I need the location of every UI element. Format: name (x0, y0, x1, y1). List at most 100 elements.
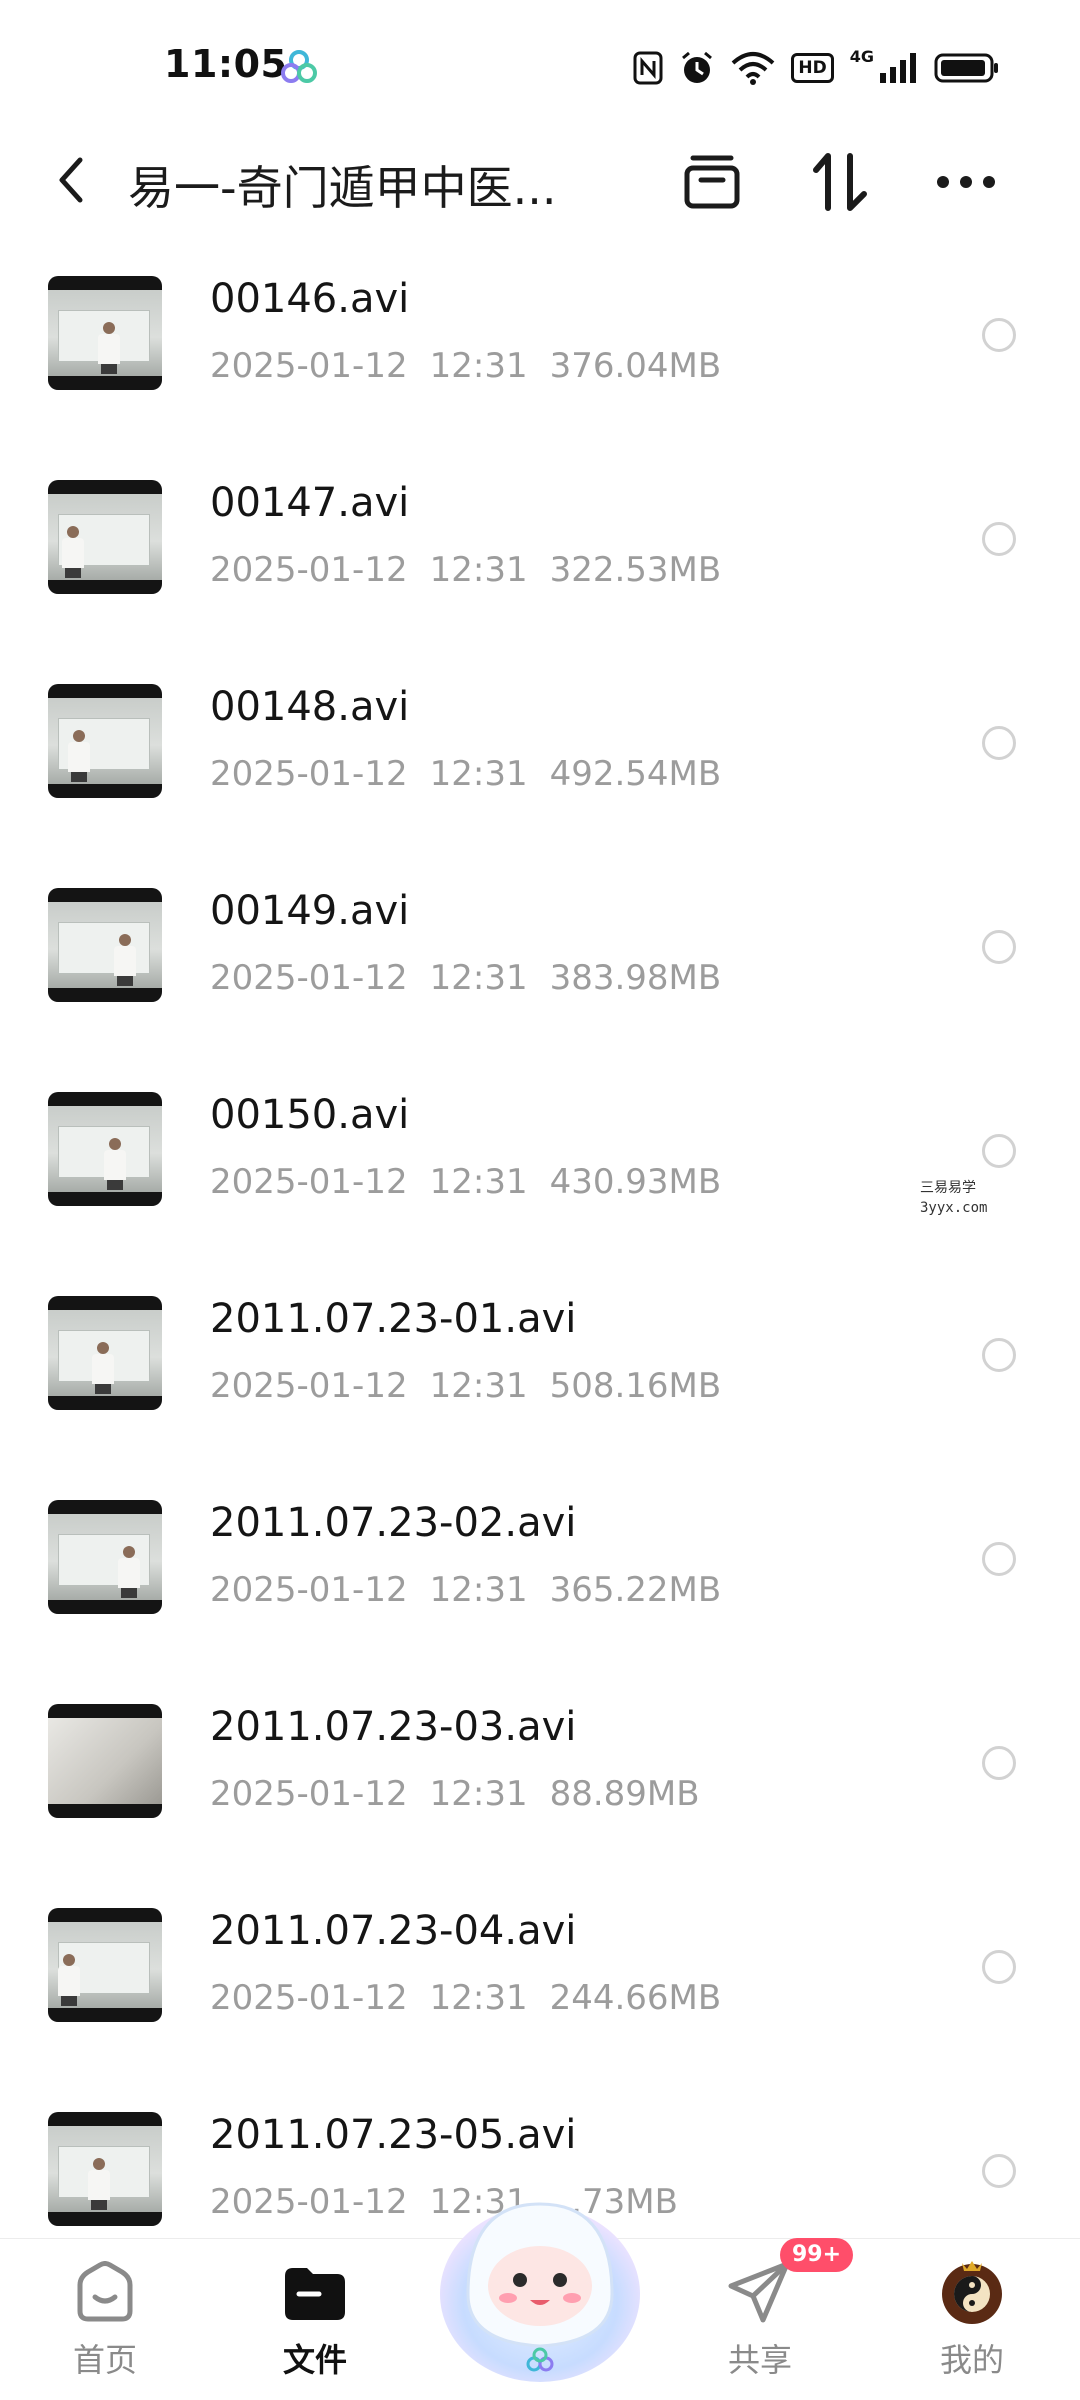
file-name: 00150.avi (210, 1092, 410, 1138)
file-size: 508.16MB (549, 1366, 722, 1406)
file-size: 322.53MB (549, 550, 722, 590)
select-radio[interactable] (982, 1338, 1016, 1372)
file-row[interactable]: 2011.07.23-01.avi 2025-01-12 12:31 508.16M… (0, 1272, 1080, 1476)
video-thumbnail (48, 1704, 162, 1818)
sort-icon (813, 153, 867, 211)
file-size: 376.04MB (549, 346, 722, 386)
file-name: 00148.avi (210, 684, 410, 730)
file-time: 12:31 (429, 958, 528, 998)
nav-home[interactable]: 首页 (45, 2257, 165, 2387)
status-time: 11:05 (164, 42, 288, 86)
select-radio[interactable] (982, 1950, 1016, 1984)
more-button[interactable] (930, 146, 1002, 218)
file-time: 12:31 (429, 1978, 528, 2018)
watermark: 三易易学 3yyx.com (920, 1178, 987, 1218)
file-list: 00146.avi 2025-01-12 12:31 376.04MB 00147.… (0, 252, 1080, 2292)
nav-home-label: 首页 (72, 2341, 137, 2379)
nav-share[interactable]: 共享 (700, 2257, 820, 2387)
app-logo-icon (281, 50, 317, 83)
file-meta: 2025-01-12 12:31 508.16MB (210, 1366, 743, 1406)
file-row[interactable]: 00148.avi 2025-01-12 12:31 492.54MB (0, 660, 1080, 864)
file-meta: 2025-01-12 12:31 365.22MB (210, 1570, 743, 1610)
video-thumbnail (48, 888, 162, 1002)
video-thumbnail (48, 480, 162, 594)
back-button[interactable] (46, 152, 96, 208)
select-radio[interactable] (982, 726, 1016, 760)
file-name: 2011.07.23-03.avi (210, 1704, 577, 1750)
archive-icon (684, 155, 740, 209)
nav-files-label: 文件 (282, 2341, 347, 2379)
file-size: 365.22MB (549, 1570, 722, 1610)
file-name: 2011.07.23-01.avi (210, 1296, 577, 1342)
file-date: 2025-01-12 (210, 754, 408, 794)
nav-share-label: 共享 (727, 2341, 792, 2379)
alarm-icon (682, 51, 713, 83)
file-time: 12:31 (429, 550, 528, 590)
video-thumbnail (48, 1500, 162, 1614)
share-badge: 99+ (780, 2238, 854, 2272)
back-arrow-icon (59, 157, 83, 203)
nav-mine[interactable]: 我的 (912, 2257, 1032, 2387)
file-date: 2025-01-12 (210, 346, 408, 386)
network-type-label: 4G (849, 46, 874, 66)
video-thumbnail (48, 276, 162, 390)
file-row[interactable]: 00147.avi 2025-01-12 12:31 322.53MB (0, 456, 1080, 660)
file-size: 383.98MB (549, 958, 722, 998)
watermark-line1: 三易易学 (920, 1180, 976, 1196)
select-radio[interactable] (982, 1746, 1016, 1780)
file-meta: 2025-01-12 12:31 376.04MB (210, 346, 743, 386)
more-icon (937, 176, 995, 188)
file-row[interactable]: 2011.07.23-04.avi 2025-01-12 12:31 244.66M… (0, 1884, 1080, 2088)
file-date: 2025-01-12 (210, 1570, 408, 1610)
home-icon (77, 2261, 133, 2322)
video-thumbnail (48, 1908, 162, 2022)
file-date: 2025-01-12 (210, 1366, 408, 1406)
file-size: 492.54MB (549, 754, 722, 794)
file-row[interactable]: 2011.07.23-03.avi 2025-01-12 12:31 88.89MB (0, 1680, 1080, 1884)
mascot-button[interactable] (430, 2174, 650, 2394)
nav-files[interactable]: 文件 (255, 2257, 375, 2387)
battery-icon (934, 53, 998, 83)
signal-icon (880, 53, 916, 83)
nfc-icon (633, 51, 663, 85)
file-size: 430.93MB (549, 1162, 722, 1202)
nav-mine-label: 我的 (939, 2341, 1004, 2379)
file-time: 12:31 (429, 346, 528, 386)
file-date: 2025-01-12 (210, 1978, 408, 2018)
file-row[interactable]: 2011.07.23-02.avi 2025-01-12 12:31 365.22M… (0, 1476, 1080, 1680)
file-meta: 2025-01-12 12:31 244.66MB (210, 1978, 743, 2018)
file-date: 2025-01-12 (210, 1774, 408, 1814)
status-icons: HD 4G (633, 46, 1000, 90)
file-time: 12:31 (429, 1570, 528, 1610)
file-name: 00146.avi (210, 276, 410, 322)
file-row[interactable]: 00149.avi 2025-01-12 12:31 383.98MB (0, 864, 1080, 1068)
file-row[interactable]: 00150.avi 2025-01-12 12:31 430.93MB (0, 1068, 1080, 1272)
file-size: 244.66MB (549, 1978, 722, 2018)
folder-icon (285, 2268, 345, 2320)
file-time: 12:31 (429, 754, 528, 794)
file-date: 2025-01-12 (210, 550, 408, 590)
select-radio[interactable] (982, 522, 1016, 556)
file-date: 2025-01-12 (210, 1162, 408, 1202)
sort-button[interactable] (804, 146, 876, 218)
select-radio[interactable] (982, 318, 1016, 352)
archive-button[interactable] (676, 146, 748, 218)
select-radio[interactable] (982, 2154, 1016, 2188)
select-radio[interactable] (982, 930, 1016, 964)
file-time: 12:31 (429, 1774, 528, 1814)
select-radio[interactable] (982, 1542, 1016, 1576)
file-name: 2011.07.23-04.avi (210, 1908, 577, 1954)
send-icon (728, 2261, 790, 2323)
video-thumbnail (48, 1296, 162, 1410)
folder-title: 易一-奇门遁甲中医... (128, 161, 557, 215)
file-time: 12:31 (429, 1162, 528, 1202)
file-meta: 2025-01-12 12:31 492.54MB (210, 754, 743, 794)
video-thumbnail (48, 1092, 162, 1206)
file-name: 2011.07.23-02.avi (210, 1500, 577, 1546)
file-meta: 2025-01-12 12:31 430.93MB (210, 1162, 743, 1202)
file-row[interactable]: 00146.avi 2025-01-12 12:31 376.04MB (0, 252, 1080, 456)
watermark-line2: 3yyx.com (920, 1200, 988, 1216)
select-radio[interactable] (982, 1134, 1016, 1168)
wifi-icon (732, 52, 775, 85)
file-meta: 2025-01-12 12:31 88.89MB (210, 1774, 722, 1814)
